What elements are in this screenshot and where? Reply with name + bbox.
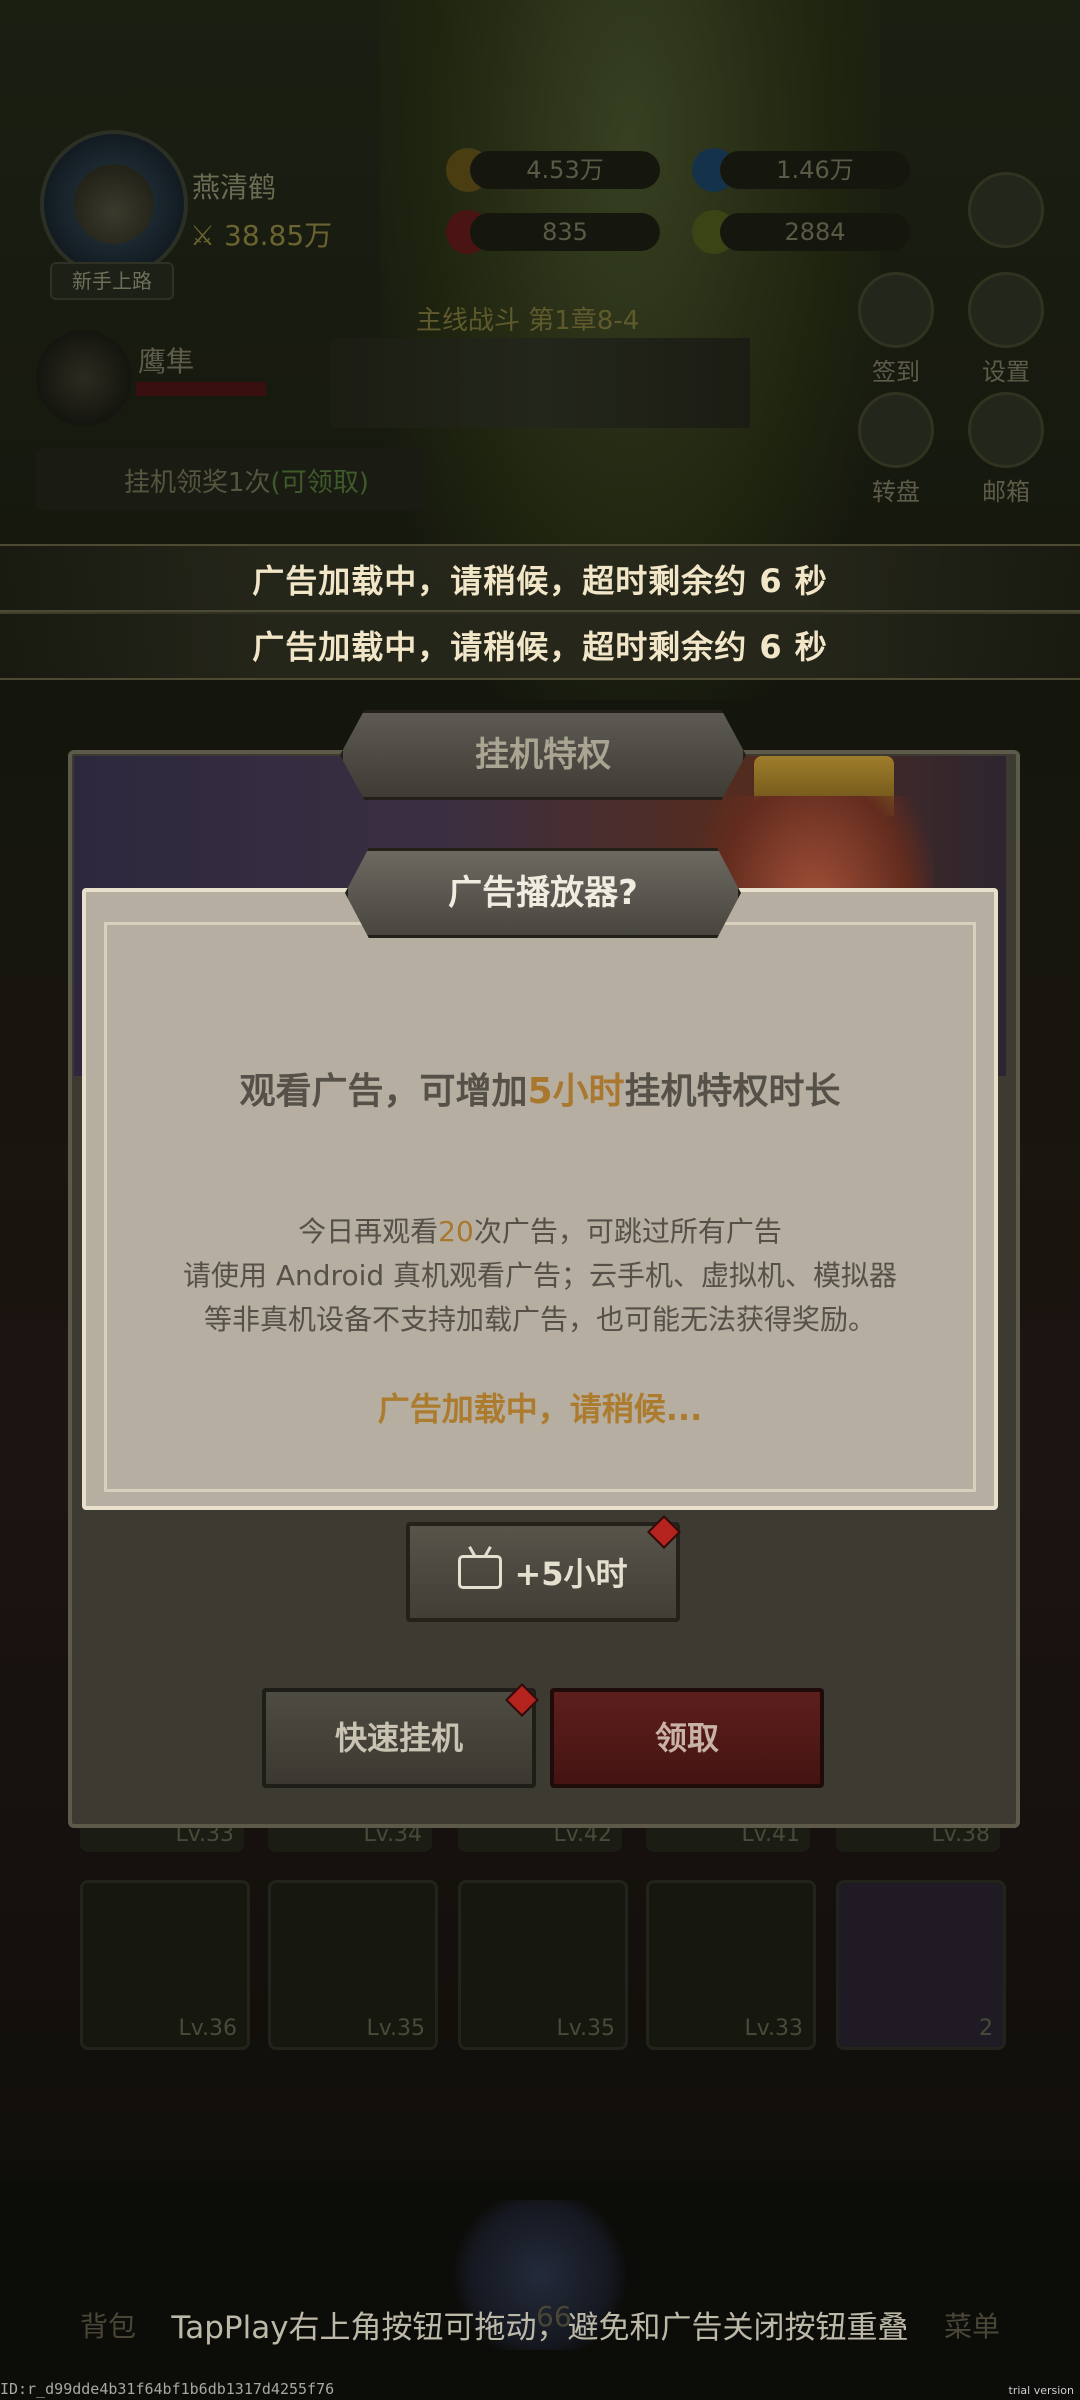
player-title-tag: 新手上路 (50, 262, 174, 300)
mail-icon (968, 392, 1044, 468)
line1-prefix: 今日再观看 (298, 1215, 439, 1248)
gold-amount: 4.53万 (470, 151, 660, 189)
gear-icon (968, 272, 1044, 348)
line1-suffix: 次广告，可跳过所有广告 (473, 1215, 782, 1248)
mail-label: 邮箱 (982, 478, 1030, 506)
expand-button[interactable] (964, 172, 1048, 252)
slot-level: Lv.36 (178, 2016, 237, 2041)
dialog-device-warning-1: 请使用 Android 真机观看广告；云手机、虚拟机、模拟器 (182, 1259, 898, 1292)
pet-name: 鹰隼 (138, 345, 195, 378)
quick-afk-button[interactable]: 快速挂机 (262, 1688, 536, 1788)
watch-ad-button[interactable]: +5小时 (406, 1522, 680, 1622)
toast-message: 广告加载中，请稍候，超时剩余约 6 秒 (252, 562, 828, 600)
game-screen: { "player": { "name": "燕清鹤", "power": "3… (0, 0, 1080, 2400)
mail-button[interactable]: 邮箱 (964, 392, 1048, 507)
main-suffix: 挂机特权时长 (624, 1071, 841, 1112)
afk-privilege-title: 挂机特权 (340, 710, 746, 800)
avatar-face (74, 164, 154, 244)
dialog-title: 广告播放器? (345, 848, 741, 938)
trial-version-label: trial version (1008, 2384, 1074, 2397)
wheel-label: 转盘 (872, 478, 920, 506)
sword-icon: ⚔ (190, 219, 216, 252)
afk-claimable: (可领取) (270, 468, 369, 498)
dialog-device-warning-2: 等非真机设备不支持加载广告，也可能无法获得奖励。 (203, 1303, 876, 1336)
dialog-loading-text: 广告加载中，请稍候... (377, 1390, 703, 1428)
inventory-slot[interactable]: 2 (836, 1880, 1006, 2050)
tapplay-tip: TapPlay右上角按钮可拖动，避免和广告关闭按钮重叠 (171, 2310, 909, 2346)
slot-level: Lv.35 (556, 2016, 615, 2041)
inventory-slot[interactable]: Lv.35 (458, 1880, 628, 2050)
player-power: ⚔ 38.85万 (190, 214, 332, 254)
power-value: 38.85万 (224, 219, 333, 252)
claim-button[interactable]: 领取 (550, 1688, 824, 1788)
slot-level: Lv.33 (744, 2016, 803, 2041)
line1-highlight: 20 (438, 1215, 474, 1248)
settings-button[interactable]: 设置 (964, 272, 1048, 387)
id-label: ID:r_d99dde4b31f64bf1b6db1317d4255f76 (0, 2380, 335, 2398)
main-prefix: 观看广告，可增加 (239, 1071, 528, 1112)
main-highlight: 5小时 (527, 1071, 625, 1112)
checkin-label: 签到 (872, 358, 920, 386)
player-name: 燕清鹤 (192, 171, 277, 204)
slot-count: 2 (979, 2016, 993, 2041)
calendar-icon (858, 272, 934, 348)
settings-label: 设置 (982, 358, 1030, 386)
chevron-down-icon (968, 172, 1044, 248)
afk-label: 挂机领奖1次 (124, 468, 271, 498)
inventory-slot[interactable]: Lv.35 (268, 1880, 438, 2050)
diamond-amount: 1.46万 (720, 151, 910, 189)
pet-hp-bar (136, 382, 266, 396)
dialog-main-text: 观看广告，可增加5小时挂机特权时长 (82, 1062, 998, 1114)
stage-progress-track (330, 338, 750, 428)
dialog-remaining-text: 今日再观看20次广告，可跳过所有广告 (82, 1210, 998, 1250)
inventory-slot[interactable]: Lv.33 (646, 1880, 816, 2050)
material-amount: 2884 (720, 213, 910, 251)
player-avatar[interactable] (40, 130, 188, 278)
inventory-slot[interactable]: Lv.36 (80, 1880, 250, 2050)
wheel-button[interactable]: 转盘 (854, 392, 938, 507)
stage-title: 主线战斗 第1章8-4 (416, 306, 640, 336)
wheel-icon (858, 392, 934, 468)
checkin-button[interactable]: 签到 (854, 272, 938, 387)
toast-message: 广告加载中，请稍候，超时剩余约 6 秒 (252, 628, 828, 666)
watch-ad-label: +5小时 (514, 1555, 628, 1593)
gem-amount: 835 (470, 213, 660, 251)
slot-level: Lv.35 (366, 2016, 425, 2041)
pet-avatar[interactable] (36, 330, 132, 426)
tv-icon (458, 1555, 503, 1589)
afk-reward-text[interactable]: 挂机领奖1次(可领取) (124, 462, 369, 499)
